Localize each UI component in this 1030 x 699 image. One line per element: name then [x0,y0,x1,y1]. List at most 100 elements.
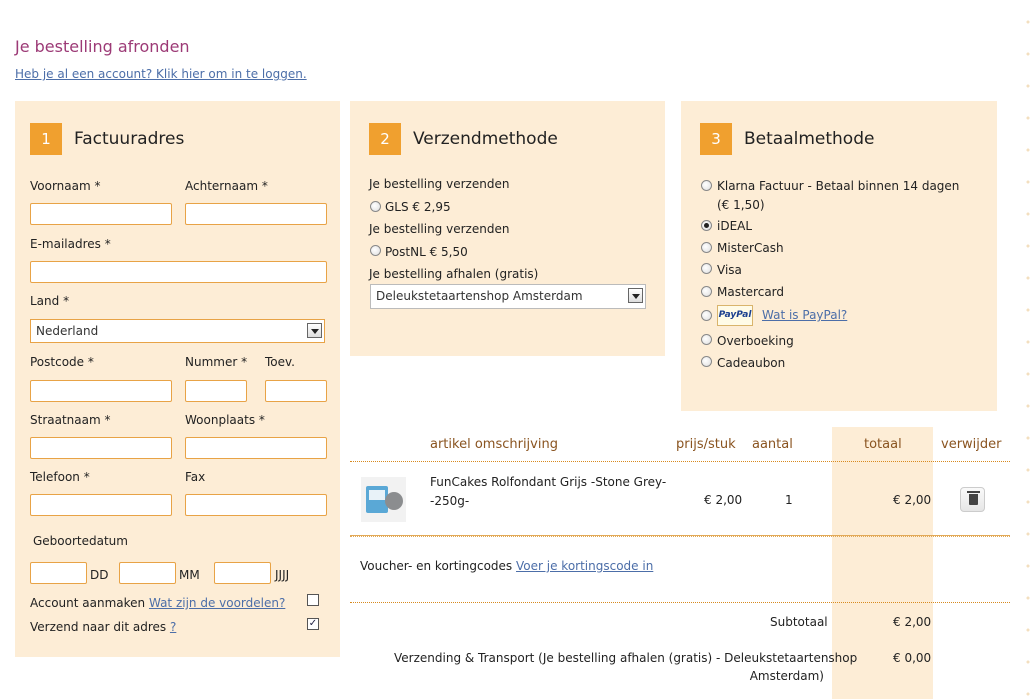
subtotal-value: € 2,00 [893,615,932,629]
toev-label: Toev. [265,355,295,369]
paypal-logo: PayPal [717,305,753,326]
postcode-label: Postcode * [30,355,94,369]
visa-label: Visa [717,263,742,277]
shipping-panel: 2 Verzendmethode Je bestelling verzenden… [350,101,665,356]
login-link[interactable]: Heb je al een account? Klik hier om in t… [15,67,307,81]
pickup-select[interactable]: Deleukstetaartenshop Amsterdam [370,284,646,309]
step-number-3: 3 [700,123,732,155]
voucher-label: Voucher- en kortingcodes [360,559,513,573]
woonplaats-input[interactable] [185,437,327,459]
cadeaubon-radio[interactable] [701,356,712,367]
klarna-radio[interactable] [701,180,712,191]
shipping-group-3: Je bestelling afhalen (gratis) [369,267,539,281]
straatnaam-input[interactable] [30,437,172,459]
birth-month-input[interactable] [119,562,176,584]
land-select[interactable]: Nederland [30,319,325,343]
payment-title: Betaalmethode [744,129,875,149]
shipping-title: Verzendmethode [413,129,558,149]
verzend-label: Verzend naar dit adres [30,620,167,634]
account-label: Account aanmaken [30,596,146,610]
fax-input[interactable] [185,494,327,516]
cart-header-divider [350,461,1010,462]
verzend-checkbox[interactable]: ✓ [307,618,319,630]
verzend-row: Verzend naar dit adres ? [30,620,176,634]
dd-label: DD [90,568,109,582]
gls-label: GLS € 2,95 [385,200,451,214]
birth-day-input[interactable] [30,562,87,584]
jjjj-label: JJJJ [275,568,290,582]
step-number-1: 1 [30,123,62,155]
header-totaal: totaal [864,437,902,452]
voucher-link[interactable]: Voer je kortingscode in [516,559,653,573]
overboeking-label: Overboeking [717,334,794,348]
toev-input[interactable] [265,380,327,402]
postcode-input[interactable] [30,380,172,402]
land-label: Land * [30,294,70,308]
chevron-down-icon[interactable] [628,288,643,303]
chevron-down-icon[interactable] [307,323,322,338]
pickup-select-value: Deleukstetaartenshop Amsterdam [376,289,583,303]
voucher-row: Voucher- en kortingcodes Voer je korting… [360,559,653,573]
fax-label: Fax [185,470,206,484]
header-verwijder: verwijder [941,437,1002,452]
overboeking-radio[interactable] [701,334,712,345]
product-thumbnail[interactable] [361,477,406,522]
mistercash-label: MisterCash [717,241,784,255]
mastercard-radio[interactable] [701,286,712,297]
email-input[interactable] [30,261,327,283]
achternaam-label: Achternaam * [185,179,268,193]
page-title: Je bestelling afronden [15,37,190,56]
product-name-line1[interactable]: FunCakes Rolfondant Grijs -Stone Grey- [430,475,666,489]
birth-year-input[interactable] [214,562,271,584]
achternaam-input[interactable] [185,203,327,225]
header-prijs: prijs/stuk [676,437,736,452]
shipping-cost-label-line2: Amsterdam) [749,669,824,683]
gls-radio[interactable] [370,201,381,212]
postnl-radio[interactable] [370,245,381,256]
mm-label: MM [179,568,200,582]
email-label: E-mailadres * [30,237,111,251]
mastercard-label: Mastercard [717,285,785,299]
account-benefits-link[interactable]: Wat zijn de voordelen? [149,596,285,610]
header-artikel: artikel omschrijving [430,437,558,452]
verzend-help-link[interactable]: ? [170,620,176,634]
land-select-value: Nederland [36,324,99,338]
straatnaam-label: Straatnaam * [30,413,111,427]
paypal-radio[interactable] [701,310,712,321]
decorative-dot-border [1018,0,1030,699]
woonplaats-label: Woonplaats * [185,413,265,427]
product-total: € 2,00 [893,493,932,507]
billing-header: 1 Factuuradres [30,123,184,155]
voornaam-label: Voornaam * [30,179,101,193]
voucher-divider [350,602,1010,603]
klarna-label: Klarna Factuur - Betaal binnen 14 dagen [717,179,960,193]
voornaam-input[interactable] [30,203,172,225]
step-number-2: 2 [369,123,401,155]
product-quantity: 1 [785,493,793,507]
cadeaubon-label: Cadeaubon [717,356,786,370]
paypal-info-link[interactable]: Wat is PayPal? [762,308,847,322]
nummer-label: Nummer * [185,355,248,369]
billing-title: Factuuradres [74,129,185,149]
payment-header: 3 Betaalmethode [700,123,874,155]
account-row: Account aanmaken Wat zijn de voordelen? [30,596,285,610]
nummer-input[interactable] [185,380,247,402]
telefoon-input[interactable] [30,494,172,516]
visa-radio[interactable] [701,263,712,274]
billing-panel: 1 Factuuradres Voornaam * Achternaam * E… [15,101,340,657]
shipping-cost-value: € 0,00 [893,651,932,665]
payment-panel: 3 Betaalmethode Klarna Factuur - Betaal … [681,101,997,411]
trash-icon [967,491,980,505]
account-checkbox[interactable] [307,594,319,606]
remove-item-button[interactable] [960,487,985,512]
product-price: € 2,00 [704,493,743,507]
header-aantal: aantal [752,437,793,452]
ideal-label: iDEAL [717,219,753,233]
product-name-line2[interactable]: -250g- [430,494,469,508]
mistercash-radio[interactable] [701,242,712,253]
klarna-fee: (€ 1,50) [717,198,765,212]
shipping-group-1: Je bestelling verzenden [369,177,510,191]
subtotal-label: Subtotaal [770,615,828,629]
ideal-radio[interactable] [701,220,712,231]
shipping-header: 2 Verzendmethode [369,123,558,155]
